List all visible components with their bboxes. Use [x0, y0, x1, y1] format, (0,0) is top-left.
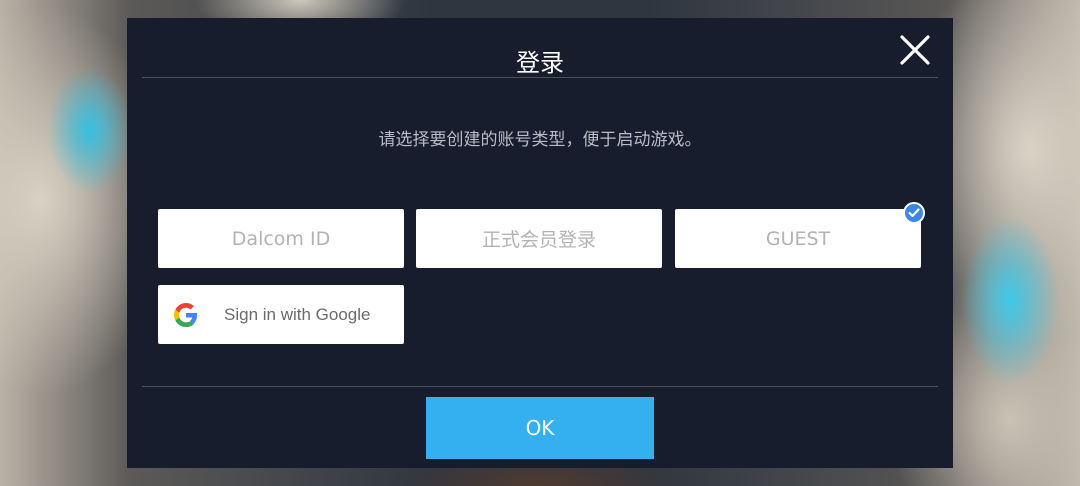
ok-label: OK [525, 416, 555, 440]
header-divider [142, 77, 938, 78]
account-type-prompt: 请选择要创建的账号类型，便于启动游戏。 [378, 130, 702, 150]
login-dialog: 登录 请选择要创建的账号类型，便于启动游戏。 Dalcom ID 正式会员登录 … [127, 18, 953, 468]
guest-label: GUEST [765, 227, 831, 250]
guest-option[interactable]: GUEST [675, 202, 925, 268]
selected-badge [903, 202, 925, 224]
ok-button[interactable]: OK [426, 397, 654, 459]
member-login-option[interactable]: 正式会员登录 [416, 209, 662, 268]
close-button[interactable] [897, 32, 933, 68]
dalcom-id-option[interactable]: Dalcom ID [158, 209, 404, 268]
dalcom-id-label: Dalcom ID [231, 227, 331, 250]
member-login-label: 正式会员登录 [481, 229, 596, 251]
footer-divider [142, 386, 938, 387]
dialog-title: 登录 [516, 49, 564, 77]
close-icon [900, 35, 930, 65]
google-logo-icon [174, 303, 198, 327]
google-sign-in-button[interactable]: Sign in with Google [158, 285, 404, 344]
checkmark-icon [908, 208, 920, 218]
google-sign-in-label: Sign in with Google [224, 305, 371, 324]
